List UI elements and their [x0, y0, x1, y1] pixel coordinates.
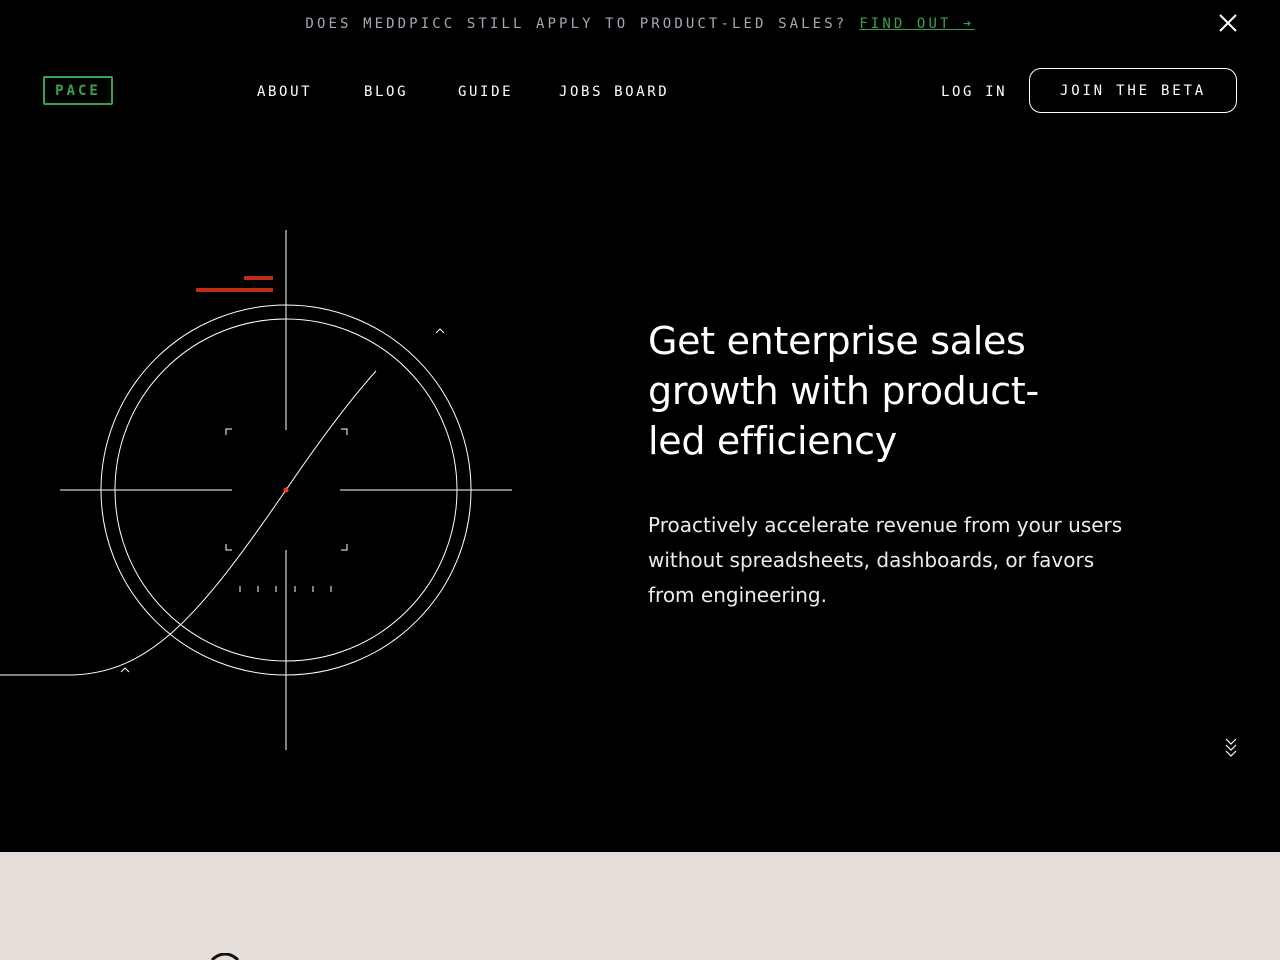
login-link[interactable]: LOG IN — [941, 84, 1007, 100]
red-marker-short — [244, 276, 273, 280]
close-announcement-button[interactable] — [1216, 11, 1240, 35]
chevrons-down-icon — [1225, 738, 1237, 757]
center-dot — [283, 487, 289, 493]
nav-jobs-board[interactable]: JOBS BOARD — [559, 84, 669, 100]
bracket-bl — [225, 544, 232, 551]
bracket-tl — [225, 428, 232, 435]
next-section — [0, 852, 1280, 960]
nav-about[interactable]: ABOUT — [257, 84, 312, 100]
close-icon — [1219, 14, 1237, 32]
section-emblem-icon — [210, 953, 240, 960]
caret-bottom-left — [120, 667, 130, 673]
hero-headline: Get enterprise sales growth with product… — [648, 319, 1039, 463]
scroll-down-button[interactable] — [1222, 736, 1240, 762]
bracket-br — [341, 544, 348, 551]
announcement-bar: DOES MEDDPICC STILL APPLY TO PRODUCT-LED… — [0, 0, 1280, 48]
bracket-tr — [341, 428, 348, 435]
targeting-reticle-icon — [0, 230, 512, 750]
nav-guide[interactable]: GUIDE — [458, 84, 513, 100]
nav-blog[interactable]: BLOG — [364, 84, 408, 100]
hero-subhead: Proactively accelerate revenue from your… — [648, 513, 1123, 607]
announcement-text: DOES MEDDPICC STILL APPLY TO PRODUCT-LED… — [305, 16, 848, 32]
caret-top-right — [435, 328, 445, 334]
red-marker-long — [196, 288, 273, 292]
announcement-link[interactable]: FIND OUT ➔ — [859, 16, 974, 32]
growth-curve — [0, 370, 377, 676]
join-beta-button[interactable]: JOIN THE BETA — [1029, 68, 1237, 113]
logo[interactable]: PACE — [43, 76, 113, 105]
